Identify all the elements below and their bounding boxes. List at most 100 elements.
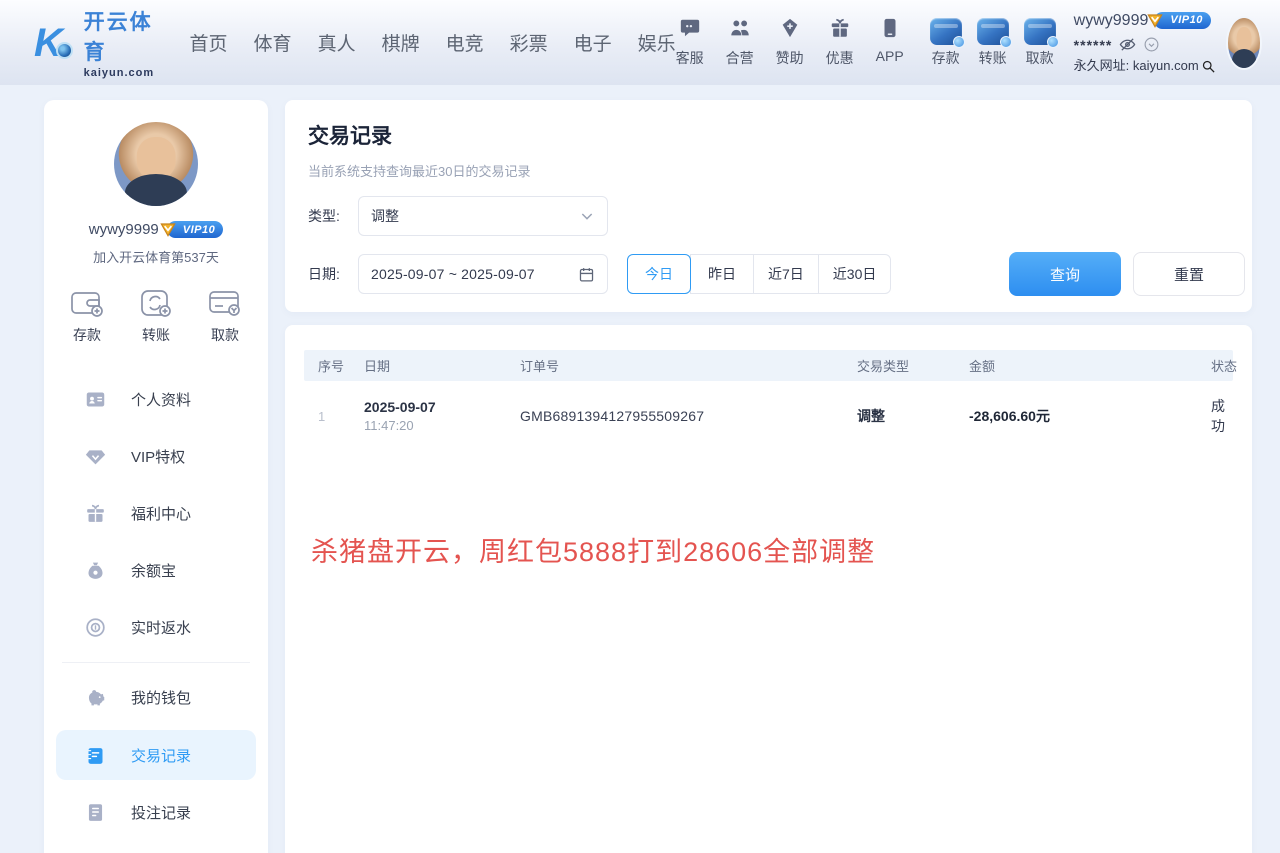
sidebar-item-bets[interactable]: 投注记录 <box>44 784 268 841</box>
magnifier-cursor-icon <box>1201 59 1216 74</box>
sidebar-menu: 个人资料 VIP特权 福利中心 余额宝 实时返水 我的钱包 <box>44 371 268 841</box>
row-datetime: 2025-09-07 11:47:20 <box>352 399 508 433</box>
sidebar-item-benefits[interactable]: 福利中心 <box>44 485 268 542</box>
partners-icon <box>729 17 751 44</box>
customer-service-button[interactable]: 客服 <box>676 17 704 68</box>
nav-item-sports[interactable]: 体育 <box>254 29 292 56</box>
nav-item-slots[interactable]: 电子 <box>574 29 612 56</box>
brand-name: 开云体育 <box>84 6 162 66</box>
sidebar-item-rebate[interactable]: 实时返水 <box>44 599 268 656</box>
quick-actions: 存款 转账 取款 <box>44 266 268 345</box>
table-header-row: 序号 日期 订单号 交易类型 金额 状态 <box>304 350 1233 381</box>
type-select-value: 调整 <box>371 206 579 226</box>
transaction-book-icon <box>85 745 106 766</box>
row-time: 11:47:20 <box>364 418 508 433</box>
sponsor-button[interactable]: 赞助 <box>776 17 804 68</box>
brand-logo[interactable]: K 开云体育 kaiyun.com <box>34 6 162 79</box>
row-index: 1 <box>304 409 352 424</box>
profile-username: wywy9999 <box>89 221 159 238</box>
range-30days-button[interactable]: 近30日 <box>818 254 892 294</box>
date-range-value: 2025-09-07 ~ 2025-09-07 <box>371 266 578 282</box>
nav-item-esports[interactable]: 电竞 <box>446 29 484 56</box>
header-deposit-button[interactable]: 存款 <box>930 18 962 68</box>
page-title: 交易记录 <box>308 120 1252 150</box>
sidebar-item-vip[interactable]: VIP特权 <box>44 428 268 485</box>
column-header-status: 状态 <box>1199 356 1237 375</box>
utility-group: 客服 合营 赞助 优惠 APP <box>676 17 904 68</box>
eye-off-icon[interactable] <box>1119 36 1136 53</box>
avatar-face <box>114 122 198 206</box>
row-amount: -28,606.60元 <box>957 406 1199 426</box>
filter-card: 交易记录 当前系统支持查询最近30日的交易记录 类型: 调整 日期: 2025-… <box>285 100 1252 312</box>
menu-divider <box>62 662 250 663</box>
vip-gem-icon <box>1145 10 1165 30</box>
avatar-face <box>1228 18 1260 68</box>
nav-item-live[interactable]: 真人 <box>318 29 356 56</box>
transfer-icon <box>139 288 173 318</box>
sidebar-transfer-button[interactable]: 转账 <box>139 288 173 345</box>
menu-label: 我的钱包 <box>131 687 191 708</box>
menu-label: 余额宝 <box>131 560 176 581</box>
brand-domain: kaiyun.com <box>84 67 162 79</box>
money-bag-icon <box>85 560 106 581</box>
utility-label: 合营 <box>726 48 754 68</box>
app-download-button[interactable]: APP <box>876 17 904 68</box>
nav-item-home[interactable]: 首页 <box>190 29 228 56</box>
column-header-date: 日期 <box>352 356 508 375</box>
column-header-index: 序号 <box>304 356 352 375</box>
avatar[interactable] <box>1226 16 1262 70</box>
header-withdraw-button[interactable]: 取款 <box>1024 18 1056 68</box>
partners-button[interactable]: 合营 <box>726 17 754 68</box>
nav-item-board[interactable]: 棋牌 <box>382 29 420 56</box>
query-button[interactable]: 查询 <box>1009 252 1121 296</box>
profile-block: wywy9999 VIP10 加入开云体育第537天 <box>44 100 268 266</box>
sidebar-item-profile[interactable]: 个人资料 <box>44 371 268 428</box>
sidebar-item-transactions[interactable]: 交易记录 <box>56 730 256 780</box>
user-info-block: wywy9999 VIP10 ****** 永久网址: kaiyun.com <box>1074 9 1216 75</box>
table-row[interactable]: 1 2025-09-07 11:47:20 GMB689139412795550… <box>304 381 1233 451</box>
column-header-order: 订单号 <box>508 356 845 375</box>
logo-k-letter: K <box>34 21 63 65</box>
chat-icon <box>679 17 701 44</box>
username[interactable]: wywy9999 <box>1074 9 1149 32</box>
date-filter-row: 日期: 2025-09-07 ~ 2025-09-07 今日 昨日 近7日 近3… <box>308 252 1252 296</box>
utility-label: 客服 <box>676 48 704 68</box>
column-header-amount: 金额 <box>957 356 1199 375</box>
range-today-button[interactable]: 今日 <box>627 254 691 294</box>
utility-label: 赞助 <box>776 48 804 68</box>
promotions-button[interactable]: 优惠 <box>826 17 854 68</box>
range-7days-button[interactable]: 近7日 <box>753 254 819 294</box>
page-subtitle: 当前系统支持查询最近30日的交易记录 <box>308 161 1252 180</box>
vip-badge: VIP10 <box>1154 12 1210 29</box>
rebate-icon <box>85 617 106 638</box>
sidebar-withdraw-button[interactable]: 取款 <box>208 288 242 345</box>
sidebar: wywy9999 VIP10 加入开云体育第537天 存款 转账 取款 <box>44 100 268 853</box>
sidebar-item-wallet[interactable]: 我的钱包 <box>44 669 268 726</box>
nav-item-entertainment[interactable]: 娱乐 <box>638 29 676 56</box>
date-range-input[interactable]: 2025-09-07 ~ 2025-09-07 <box>358 254 608 294</box>
row-status: 成功 <box>1199 396 1233 436</box>
sidebar-deposit-button[interactable]: 存款 <box>70 288 104 345</box>
menu-label: 个人资料 <box>131 389 191 410</box>
main-content: 交易记录 当前系统支持查询最近30日的交易记录 类型: 调整 日期: 2025-… <box>285 100 1252 853</box>
vip-gem-icon <box>158 219 178 239</box>
nav-item-lottery[interactable]: 彩票 <box>510 29 548 56</box>
gift-icon <box>829 17 851 44</box>
top-header: K 开云体育 kaiyun.com 首页 体育 真人 棋牌 电竞 彩票 电子 娱… <box>0 0 1280 85</box>
reset-button[interactable]: 重置 <box>1133 252 1245 296</box>
quick-range-group: 今日 昨日 近7日 近30日 <box>627 254 891 294</box>
type-filter-row: 类型: 调整 <box>308 196 1252 236</box>
header-transfer-button[interactable]: 转账 <box>977 18 1009 68</box>
profile-avatar[interactable] <box>114 122 198 206</box>
date-label: 日期: <box>308 264 358 284</box>
type-select[interactable]: 调整 <box>358 196 608 236</box>
sidebar-item-yuebao[interactable]: 余额宝 <box>44 542 268 599</box>
permanent-url-text: 永久网址: kaiyun.com <box>1074 57 1199 76</box>
range-yesterday-button[interactable]: 昨日 <box>690 254 754 294</box>
row-date: 2025-09-07 <box>364 399 508 415</box>
utility-label: 优惠 <box>826 48 854 68</box>
refresh-circle-icon[interactable] <box>1143 36 1160 53</box>
transactions-table-card: 序号 日期 订单号 交易类型 金额 状态 1 2025-09-07 11:47:… <box>285 325 1252 853</box>
type-label: 类型: <box>308 206 358 226</box>
id-card-icon <box>85 389 106 410</box>
